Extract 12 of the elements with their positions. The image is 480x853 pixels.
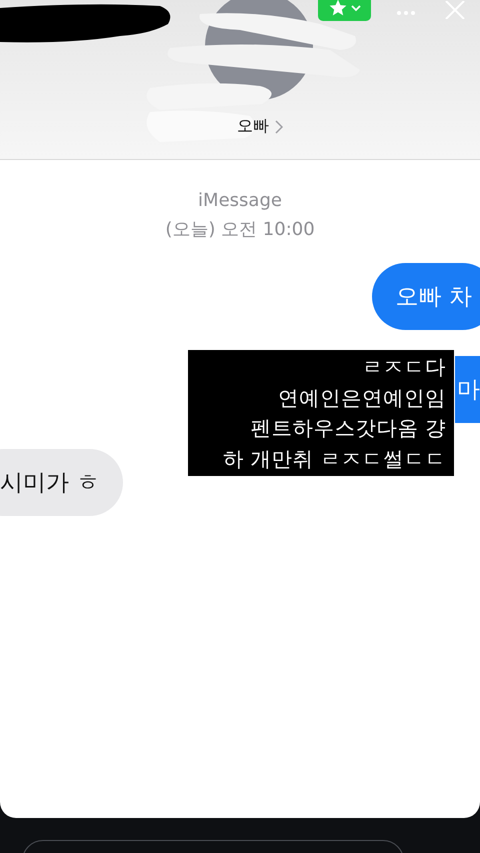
service-label: iMessage [198,190,282,211]
timestamp: (오늘) 오전 10:00 [165,218,315,241]
close-icon[interactable] [444,1,466,19]
contact-name[interactable]: 오빠 [237,116,269,137]
chevron-icon[interactable] [275,120,283,134]
chevron-icon [351,4,361,12]
sent-message: 오빠 차 [372,263,480,330]
story-caption: ㄹㅈㄷ다 연예인은연예인임 펜트하우스갓다옴 걍 하 개만취 ㄹㅈㄷ썰ㄷㄷ [188,350,454,476]
close-friends-badge[interactable] [318,0,371,21]
received-message: 시미가 ㅎ [0,449,124,516]
star-icon [328,0,348,18]
sent-message: 마 [455,356,480,423]
